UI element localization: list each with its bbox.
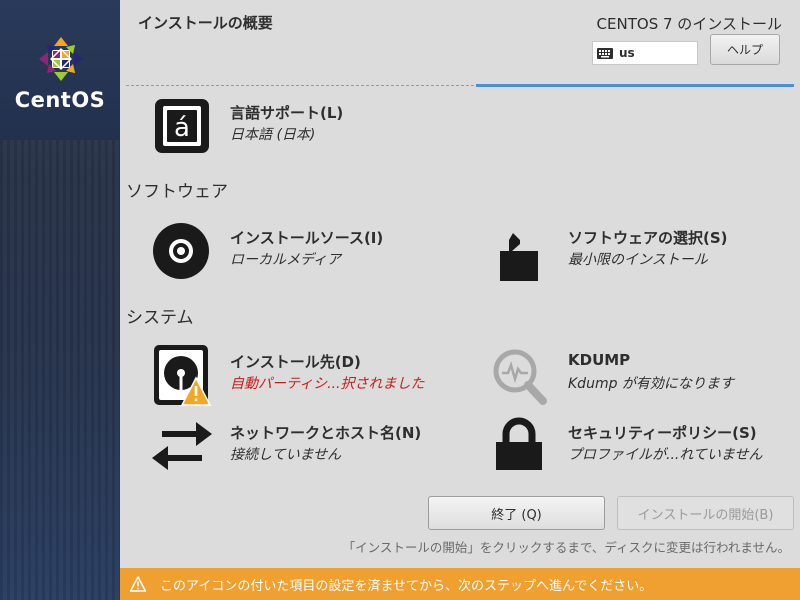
installation-summary-hub: インストールの概要 CENTOS 7 のインストール us ヘルプ á 言語サポ… <box>120 0 800 600</box>
harddisk-warning-icon <box>154 345 212 406</box>
spoke-title: KDUMP <box>568 351 631 369</box>
warning-text: このアイコンの付いた項目の設定を済ませてから、次のステップへ進んでください。 <box>160 578 653 594</box>
spoke-software-selection[interactable]: ソフトウェアの選択(S) 最小限のインストール <box>490 221 790 283</box>
help-button[interactable]: ヘルプ <box>710 34 780 65</box>
spoke-status-warning: 自動パーティシ...択されました <box>230 376 425 392</box>
keyboard-layout-label: us <box>619 46 635 60</box>
spoke-title: ソフトウェアの選択(S) <box>568 229 728 247</box>
centos-logo-text: CentOS <box>14 88 106 112</box>
warning-icon <box>130 576 146 592</box>
spoke-network-hostname[interactable]: ネットワークとホスト名(N) 接続していません <box>152 416 452 478</box>
package-icon <box>500 233 538 281</box>
header-divider <box>126 85 474 86</box>
spoke-installation-destination[interactable]: インストール先(D) 自動パーティシ...択されました <box>152 345 452 409</box>
language-icon: á <box>155 99 209 153</box>
spoke-installation-source[interactable]: インストールソース(I) ローカルメディア <box>152 221 452 283</box>
progress-indicator <box>476 84 794 87</box>
svg-text:á: á <box>174 113 190 143</box>
spoke-status: 接続していません <box>230 447 342 463</box>
warning-bar: このアイコンの付いた項目の設定を済ませてから、次のステップへ進んでください。 <box>120 568 800 600</box>
spoke-status: Kdump が有効になります <box>568 376 734 392</box>
section-heading-software: ソフトウェア <box>126 182 228 202</box>
sidebar: CentOS <box>0 0 120 600</box>
footer-hint: 「インストールの開始」をクリックするまで、ディスクに変更は行われません。 <box>342 540 790 555</box>
lock-icon <box>496 417 542 470</box>
spoke-status: 日本語 (日本) <box>230 127 316 143</box>
spoke-title: ネットワークとホスト名(N) <box>230 424 422 442</box>
kdump-search-icon <box>493 349 547 405</box>
quit-button[interactable]: 終了 (Q) <box>428 496 605 530</box>
spoke-status: プロファイルが...れていません <box>568 447 763 463</box>
centos-logo-icon <box>39 37 83 81</box>
spoke-title: インストールソース(I) <box>230 229 384 247</box>
product-title: CENTOS 7 のインストール <box>596 15 782 33</box>
spoke-language-support[interactable]: á 言語サポート(L) 日本語 (日本) <box>152 96 452 158</box>
spoke-status: ローカルメディア <box>230 252 342 268</box>
spoke-kdump[interactable]: KDUMP Kdump が有効になります <box>490 345 790 407</box>
spoke-status: 最小限のインストール <box>568 252 708 268</box>
spoke-security-policy[interactable]: セキュリティーポリシー(S) プロファイルが...れていません <box>490 416 790 478</box>
disc-icon <box>153 223 209 279</box>
spoke-title: インストール先(D) <box>230 353 361 371</box>
sidebar-background-image <box>0 140 120 600</box>
begin-installation-button[interactable]: インストールの開始(B) <box>617 496 794 530</box>
spoke-title: 言語サポート(L) <box>230 104 344 122</box>
spoke-title: セキュリティーポリシー(S) <box>568 424 757 442</box>
keyboard-layout-indicator[interactable]: us <box>592 41 698 65</box>
keyboard-icon <box>597 47 613 59</box>
network-arrows-icon <box>152 422 212 470</box>
page-title: インストールの概要 <box>138 14 273 32</box>
section-heading-system: システム <box>126 308 194 328</box>
